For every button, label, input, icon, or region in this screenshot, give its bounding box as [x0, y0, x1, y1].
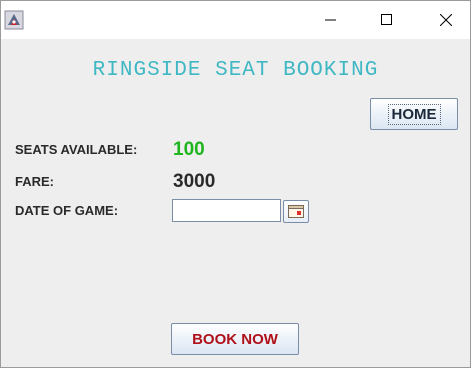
page-title: RINGSIDE SEAT BOOKING	[92, 59, 379, 82]
booking-panel: RINGSIDE SEAT BOOKING HOME SEATS AVAILAB…	[1, 39, 470, 367]
seats-available-label: SEATS AVAILABLE:	[15, 142, 138, 157]
home-button-label: HOME	[387, 103, 441, 125]
book-now-label: BOOK NOW	[192, 330, 278, 348]
fare-value: 3000	[173, 171, 216, 192]
minimize-button[interactable]	[308, 1, 354, 39]
date-of-game-label: DATE OF GAME:	[15, 203, 119, 218]
close-icon	[440, 14, 452, 26]
home-button[interactable]: HOME	[370, 98, 458, 130]
calendar-button[interactable]	[283, 200, 309, 223]
app-window: RINGSIDE SEAT BOOKING HOME SEATS AVAILAB…	[0, 0, 471, 368]
date-of-game-field[interactable]	[172, 199, 281, 222]
title-bar[interactable]	[1, 1, 470, 39]
minimize-icon	[325, 19, 336, 21]
close-button[interactable]	[423, 1, 469, 39]
seats-available-value: 100	[173, 139, 205, 160]
fare-label: FARE:	[15, 174, 54, 189]
maximize-icon	[381, 14, 392, 25]
book-now-button[interactable]: BOOK NOW	[171, 323, 299, 355]
calendar-icon	[288, 205, 304, 218]
maximize-button[interactable]	[364, 1, 410, 39]
java-app-icon[interactable]	[4, 10, 24, 30]
